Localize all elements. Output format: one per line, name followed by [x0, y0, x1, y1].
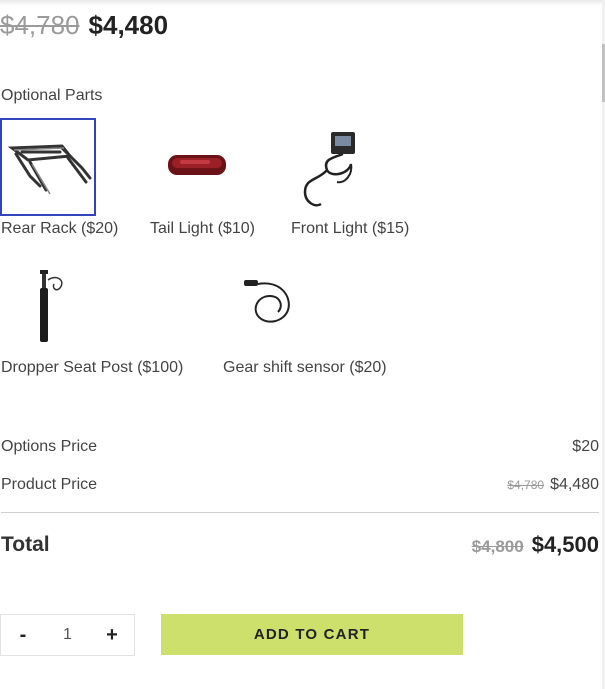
optional-parts-heading: Optional Parts: [1, 87, 103, 104]
quantity-stepper[interactable]: - 1 +: [0, 614, 135, 656]
option-thumbnail[interactable]: [222, 258, 318, 356]
product-price-label: Product Price: [1, 476, 98, 493]
option-thumbnail[interactable]: [150, 118, 246, 216]
add-to-cart-button[interactable]: ADD TO CART: [161, 614, 463, 655]
front-light-icon: [303, 132, 355, 207]
option-label: Tail Light ($10): [150, 220, 255, 237]
tail-light-icon: [168, 155, 226, 175]
quantity-value[interactable]: 1: [63, 626, 72, 644]
option-label: Dropper Seat Post ($100): [1, 359, 184, 376]
rear-rack-icon: [7, 144, 92, 195]
option-thumbnail[interactable]: [0, 118, 96, 216]
product-price-row: Product Price $4,780 $4,480: [1, 476, 599, 500]
old-price: $4,780: [0, 10, 80, 40]
top-shadow: [0, 0, 605, 6]
option-thumbnail[interactable]: [291, 118, 387, 216]
increase-quantity-button[interactable]: +: [90, 624, 134, 647]
summary-divider: [1, 512, 599, 513]
total-old-price: $4,800: [471, 537, 524, 556]
gear-shift-sensor-icon: [244, 280, 290, 323]
decrease-quantity-button[interactable]: -: [1, 624, 45, 647]
option-label: Rear Rack ($20): [1, 220, 119, 237]
options-price-value: $20: [572, 438, 599, 456]
option-label: Gear shift sensor ($20): [223, 359, 387, 376]
total-label: Total: [1, 533, 50, 556]
option-thumbnail[interactable]: [0, 258, 96, 356]
product-price-value: $4,780 $4,480: [507, 476, 599, 494]
options-price-amount: $20: [572, 438, 599, 455]
current-price: $4,480: [88, 10, 169, 40]
price-header: $4,780 $4,480: [0, 10, 168, 44]
product-old-price: $4,780: [507, 478, 545, 492]
option-label: Front Light ($15): [291, 220, 410, 237]
options-price-row: Options Price $20: [1, 438, 599, 462]
total-value: $4,800 $4,500: [472, 532, 599, 558]
product-current-price: $4,480: [550, 476, 599, 493]
total-current-price: $4,500: [531, 532, 599, 557]
dropper-seat-post-icon: [40, 270, 63, 342]
options-price-label: Options Price: [1, 438, 98, 455]
